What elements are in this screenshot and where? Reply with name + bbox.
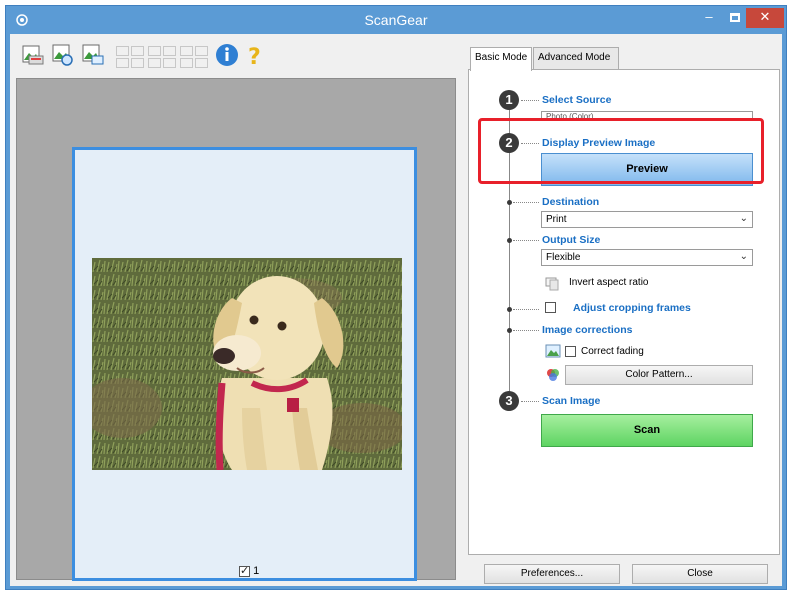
close-button[interactable]: Close xyxy=(632,564,768,584)
image-corrections-dot xyxy=(507,328,512,333)
destination-value: Print xyxy=(546,214,567,225)
adjust-cropping-connector xyxy=(513,309,539,310)
step-3-icon: 3 xyxy=(499,391,519,411)
scan-icon[interactable] xyxy=(20,42,46,68)
image-corrections-connector xyxy=(513,330,539,331)
preferences-button[interactable]: Preferences... xyxy=(484,564,620,584)
correct-fading-label: Correct fading xyxy=(581,346,644,357)
page-number: 1 xyxy=(253,565,260,577)
svg-text:?: ? xyxy=(248,45,261,68)
client-area: ? ✓ 1 Basic Mode Advanced Mode 1 Select … xyxy=(10,34,782,586)
chevron-down-icon: ⌄ xyxy=(739,213,748,224)
output-size-dropdown[interactable]: Flexible ⌄ xyxy=(541,249,753,266)
invert-aspect-ratio-icon[interactable] xyxy=(545,275,561,291)
zoom-icon[interactable] xyxy=(50,42,76,68)
correct-fading-checkbox[interactable] xyxy=(565,346,576,357)
adjust-cropping-checkbox[interactable] xyxy=(545,302,556,313)
toolbar: ? xyxy=(14,38,454,70)
scanned-photo[interactable] xyxy=(92,258,402,470)
crop-icon[interactable] xyxy=(80,42,106,68)
page-select-checkbox[interactable]: 1 xyxy=(239,564,260,577)
info-icon[interactable] xyxy=(214,42,240,68)
destination-dot xyxy=(507,200,512,205)
destination-label: Destination xyxy=(542,196,600,208)
preview-area[interactable]: 1 xyxy=(16,78,456,581)
output-size-label: Output Size xyxy=(542,234,601,246)
image-corrections-label: Image corrections xyxy=(542,324,633,336)
scan-button[interactable]: Scan xyxy=(541,414,753,447)
chevron-down-icon: ⌄ xyxy=(739,251,748,262)
maximize-button[interactable] xyxy=(724,8,746,28)
output-size-value: Flexible xyxy=(546,252,581,263)
step-1-connector xyxy=(521,100,539,101)
thumbnail-view-icon[interactable] xyxy=(148,46,176,68)
minimize-button[interactable]: – xyxy=(698,8,720,28)
preview-step-highlight xyxy=(478,118,764,184)
correct-fading-icon xyxy=(545,343,561,359)
page-checkbox[interactable] xyxy=(239,564,250,577)
adjust-cropping-frames-label[interactable]: Adjust cropping frames xyxy=(573,302,691,314)
destination-dropdown[interactable]: Print ⌄ xyxy=(541,211,753,228)
scangear-window: ScanGear – ✕ ? ✓ 1 Basic Mode Advanced M… xyxy=(5,5,787,590)
destination-connector xyxy=(513,202,539,203)
window-title: ScanGear xyxy=(364,12,428,28)
step-3-connector xyxy=(521,401,539,402)
output-size-connector xyxy=(513,240,539,241)
help-icon[interactable]: ? xyxy=(242,42,268,70)
preview-page[interactable]: 1 xyxy=(72,147,417,581)
maximize-icon xyxy=(730,13,740,22)
color-pattern-icon xyxy=(545,367,561,383)
invert-aspect-ratio-label: Invert aspect ratio xyxy=(569,277,649,288)
grid-view-icon[interactable] xyxy=(116,46,144,68)
step-1-icon: 1 xyxy=(499,90,519,110)
title-bar[interactable]: ScanGear – ✕ xyxy=(6,6,786,34)
adjust-cropping-dot xyxy=(507,307,512,312)
tab-advanced-mode[interactable]: Advanced Mode xyxy=(533,47,619,69)
output-size-dot xyxy=(507,238,512,243)
tab-basic-mode[interactable]: Basic Mode xyxy=(470,47,532,71)
whole-image-view-icon[interactable] xyxy=(180,46,208,68)
close-window-button[interactable]: ✕ xyxy=(746,8,784,28)
select-source-label: Select Source xyxy=(542,94,612,106)
color-pattern-button[interactable]: Color Pattern... xyxy=(565,365,753,385)
scan-image-label: Scan Image xyxy=(542,395,601,407)
